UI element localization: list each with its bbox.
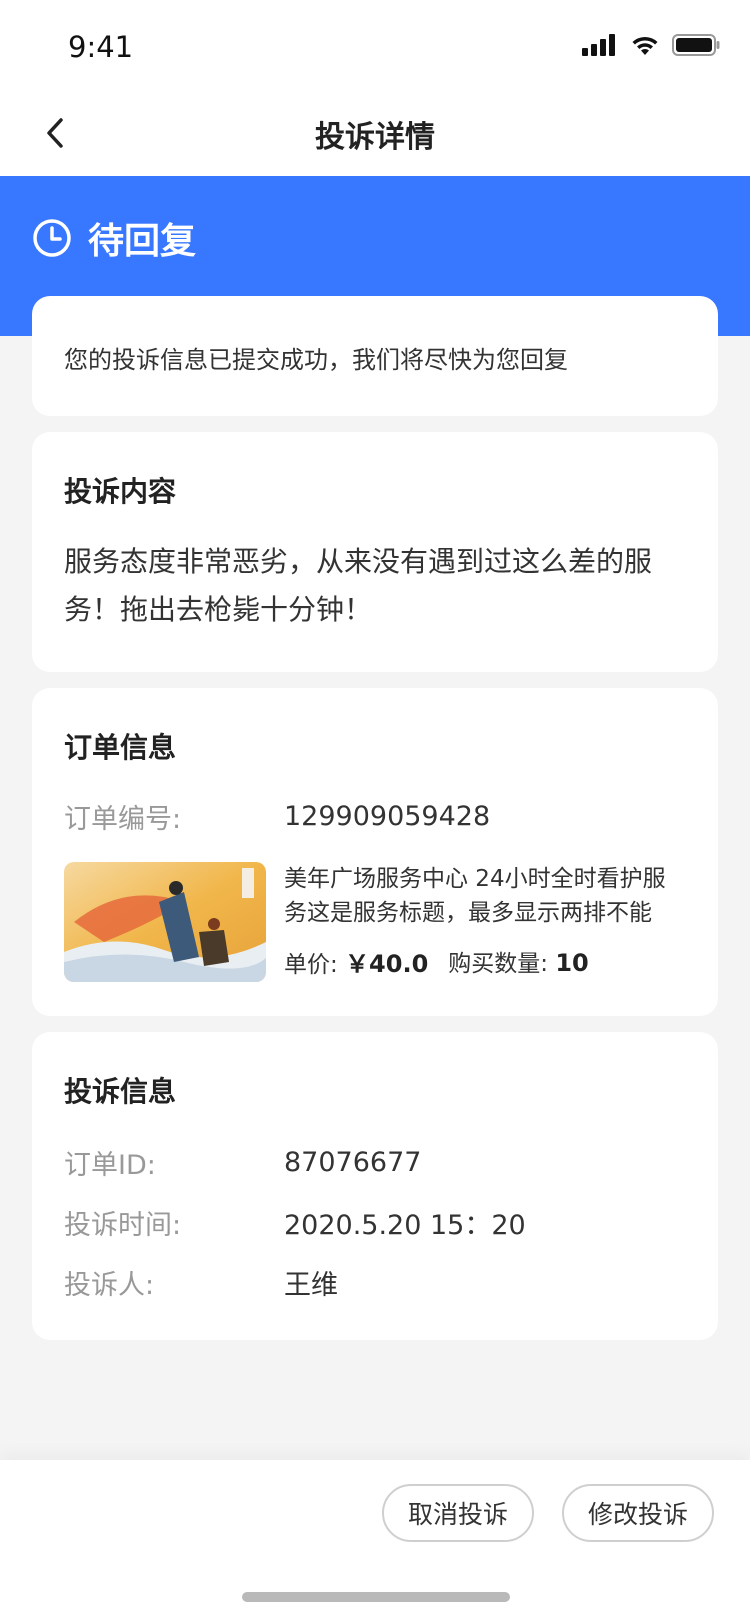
complaint-time-value: 2020.5.20 15：20	[284, 1209, 526, 1241]
price-group: 单价: ￥40.0	[284, 944, 428, 979]
submit-notice-card: 您的投诉信息已提交成功，我们将尽快为您回复	[32, 296, 718, 416]
complainant-row: 投诉人: 王维	[64, 1252, 686, 1312]
bottom-action-bar: 取消投诉 修改投诉	[0, 1460, 750, 1624]
order-id-row: 订单ID: 87076677	[64, 1132, 686, 1192]
price-value: ￥40.0	[345, 950, 429, 978]
product-thumbnail	[64, 862, 266, 982]
cancel-complaint-button[interactable]: 取消投诉	[382, 1484, 534, 1542]
status-bar: 9:41	[0, 0, 750, 90]
price-label: 单价:	[284, 952, 338, 978]
status-time: 9:41	[68, 30, 134, 64]
complaint-status: 待回复	[32, 212, 196, 264]
home-indicator[interactable]	[242, 1592, 510, 1602]
complaint-content-title: 投诉内容	[64, 475, 177, 508]
order-number-row: 订单编号: 129909059428	[64, 796, 686, 836]
page-title: 投诉详情	[315, 120, 435, 155]
complaint-time-label: 投诉时间:	[64, 1209, 182, 1241]
clock-icon	[33, 219, 71, 257]
product-item[interactable]: 美年广场服务中心 24小时全时看护服务这是服务标题，最多显示两排不能 单价: ￥…	[64, 862, 686, 982]
product-meta: 单价: ￥40.0 购买数量: 10	[284, 944, 686, 979]
complaint-content-card: 投诉内容 服务态度非常恶劣，从来没有遇到过这么差的服务！拖出去枪毙十分钟！	[32, 432, 718, 672]
battery-icon	[672, 34, 720, 56]
nav-bar: 投诉详情	[0, 90, 750, 176]
complaint-info-card: 投诉信息 订单ID: 87076677 投诉时间: 2020.5.20 15：2…	[32, 1032, 718, 1340]
product-image	[64, 862, 266, 982]
order-number-label: 订单编号:	[64, 803, 182, 835]
complainant-value: 王维	[284, 1269, 338, 1301]
wifi-icon	[632, 36, 658, 55]
status-label: 待回复	[88, 221, 197, 262]
complaint-content-text: 服务态度非常恶劣，从来没有遇到过这么差的服务！拖出去枪毙十分钟！	[64, 545, 653, 626]
quantity-value: 10	[555, 949, 589, 977]
modify-complaint-button[interactable]: 修改投诉	[562, 1484, 714, 1542]
submit-notice-text: 您的投诉信息已提交成功，我们将尽快为您回复	[64, 346, 568, 374]
order-info-card: 订单信息 订单编号: 129909059428 美年广场服务中心 24小时全时看…	[32, 688, 718, 1016]
signal-icon	[582, 34, 615, 56]
order-id-value: 87076677	[284, 1146, 422, 1178]
complainant-label: 投诉人:	[64, 1269, 155, 1301]
order-info-title: 订单信息	[64, 731, 177, 764]
complaint-time-row: 投诉时间: 2020.5.20 15：20	[64, 1192, 686, 1252]
order-id-label: 订单ID:	[64, 1149, 156, 1181]
product-name: 美年广场服务中心 24小时全时看护服务这是服务标题，最多显示两排不能	[284, 866, 666, 926]
status-icons	[582, 34, 720, 56]
quantity-group: 购买数量: 10	[448, 944, 588, 979]
product-info: 美年广场服务中心 24小时全时看护服务这是服务标题，最多显示两排不能 单价: ￥…	[284, 862, 686, 982]
quantity-label: 购买数量:	[448, 951, 549, 977]
complaint-info-title: 投诉信息	[64, 1075, 177, 1108]
order-number-value: 129909059428	[284, 800, 491, 832]
